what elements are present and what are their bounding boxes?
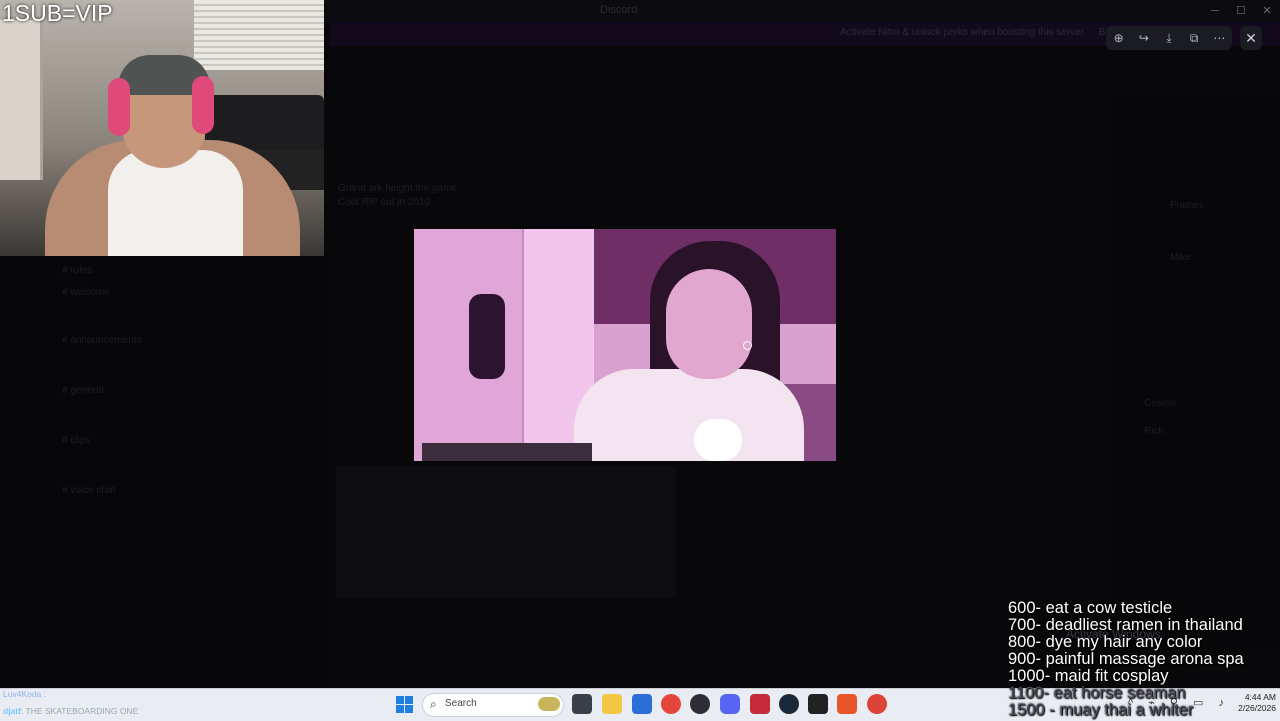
- chat-username: djatf: [3, 706, 21, 716]
- goal-item: 600- eat a cow testicle: [1008, 599, 1173, 617]
- background-message: Grand ark height the game: [338, 183, 457, 194]
- goal-item: 700- deadliest ramen in thailand: [1008, 616, 1243, 634]
- search-highlight-icon[interactable]: [538, 697, 560, 711]
- goal-item: 1000- maid fit cosplay: [1008, 667, 1169, 685]
- background-member-list: Frames Mike Cosmo Rich: [1110, 90, 1280, 650]
- headset-icon: [192, 76, 214, 134]
- webcam-door: [0, 20, 43, 180]
- minimize-icon[interactable]: ─: [1202, 0, 1228, 22]
- channel-item[interactable]: # voice chat: [62, 485, 115, 496]
- obs-icon[interactable]: [690, 694, 710, 714]
- start-button[interactable]: [396, 696, 413, 713]
- acrobat-icon[interactable]: [750, 694, 770, 714]
- zoom-in-icon[interactable]: ⊕: [1109, 28, 1129, 48]
- sub-goals-overlay: 600- eat a cow testicle 700- deadliest r…: [1008, 600, 1280, 719]
- taskbar-search-placeholder: Search: [445, 698, 477, 709]
- discord-icon[interactable]: [720, 694, 740, 714]
- goal-item: 900- painful massage arona spa: [1008, 650, 1244, 668]
- epic-games-icon[interactable]: [808, 694, 828, 714]
- close-window-icon[interactable]: ✕: [1254, 0, 1280, 22]
- download-icon[interactable]: ⤓: [1159, 28, 1179, 48]
- member-item[interactable]: Cosmo: [1144, 398, 1176, 409]
- member-item[interactable]: Mike: [1170, 252, 1191, 263]
- channel-item[interactable]: # welcome: [62, 287, 110, 298]
- maximize-icon[interactable]: ☐: [1228, 0, 1254, 22]
- background-window-title: Discord: [600, 4, 638, 16]
- viewed-photo[interactable]: [414, 229, 836, 461]
- channel-item[interactable]: # general: [62, 385, 104, 396]
- share-icon[interactable]: ↪: [1134, 28, 1154, 48]
- more-icon[interactable]: ⋯: [1209, 28, 1229, 48]
- background-channel-list: # rules # welcome # announcements # gene…: [0, 255, 330, 688]
- photo-thumbnail-strip: [422, 443, 592, 461]
- chat-ticker-line: Luv4Koda :: [3, 689, 47, 699]
- headset-icon: [108, 78, 130, 136]
- photo-coat: [469, 294, 505, 379]
- chrome-icon[interactable]: [661, 694, 681, 714]
- search-icon: ⌕: [430, 697, 437, 711]
- background-video-tile: [336, 466, 676, 598]
- file-explorer-icon[interactable]: [602, 694, 622, 714]
- chat-ticker-line: djatf: THE SKATEBOARDING ONE: [3, 706, 138, 716]
- member-item[interactable]: Rich: [1144, 426, 1164, 437]
- photo-person-face: [666, 269, 752, 379]
- window-controls[interactable]: ─ ☐ ✕: [1202, 0, 1280, 22]
- browser-app-icon[interactable]: [837, 694, 857, 714]
- goal-item: 1500 - muay thai a whiter: [1008, 701, 1194, 719]
- viewer-toolbar: ⊕ ↪ ⤓ ⧉ ⋯: [1106, 26, 1232, 50]
- photo-cup: [694, 419, 742, 461]
- sub-overlay-text: 1SUB=VIP: [2, 0, 113, 26]
- background-message: Cool RIP out in 2010: [338, 197, 431, 208]
- chrome-profile-icon[interactable]: [867, 694, 887, 714]
- channel-item[interactable]: # announcements: [62, 335, 142, 346]
- streamer-webcam: 1SUB=VIP: [0, 0, 324, 256]
- channel-item[interactable]: # rules: [62, 265, 92, 276]
- close-viewer-button[interactable]: ✕: [1240, 26, 1262, 50]
- chat-message: : THE SKATEBOARDING ONE: [20, 706, 139, 716]
- close-icon: ✕: [1245, 29, 1257, 46]
- steam-icon[interactable]: [779, 694, 799, 714]
- store-icon[interactable]: [632, 694, 652, 714]
- task-view-icon[interactable]: [572, 694, 592, 714]
- channel-item[interactable]: # clips: [62, 435, 90, 446]
- mouse-cursor-icon: [743, 341, 752, 350]
- goal-item: 800- dye my hair any color: [1008, 633, 1203, 651]
- goal-item: 1100- eat horse seaman: [1008, 684, 1186, 702]
- windows-logo-icon: [396, 696, 404, 704]
- open-external-icon[interactable]: ⧉: [1184, 28, 1204, 48]
- photo-person-shirt: [574, 369, 804, 461]
- banner-text: Activate Nitro & unlock perks when boost…: [840, 27, 1124, 38]
- webcam-window-blind: [194, 0, 324, 70]
- member-item[interactable]: Frames: [1170, 200, 1204, 211]
